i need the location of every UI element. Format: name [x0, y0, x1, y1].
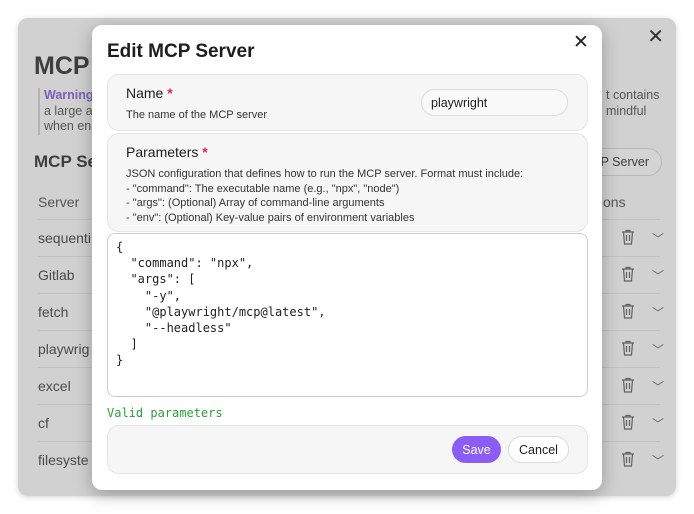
background-close-icon[interactable]: ✕: [647, 24, 664, 49]
parameters-field-label: Parameters *: [126, 144, 208, 160]
name-label-text: Name: [126, 85, 164, 101]
required-mark: *: [202, 144, 208, 160]
name-field-card: Name * The name of the MCP server: [107, 74, 588, 131]
validation-message: Valid parameters: [107, 406, 223, 420]
name-field-label: Name *: [126, 85, 173, 101]
parameters-description-line: - "args": (Optional) Array of command-li…: [126, 197, 385, 209]
edit-mcp-server-dialog: Edit MCP Server ✕ Name * The name of the…: [92, 25, 602, 490]
name-input[interactable]: [421, 89, 568, 116]
parameters-json-editor[interactable]: { "command": "npx", "args": [ "-y", "@pl…: [107, 233, 588, 397]
parameters-description-line: JSON configuration that defines how to r…: [126, 168, 524, 180]
parameters-label-text: Parameters: [126, 144, 199, 160]
close-icon[interactable]: ✕: [570, 33, 592, 55]
dialog-footer: Save Cancel: [107, 425, 588, 474]
parameters-field-card: Parameters * JSON configuration that def…: [107, 133, 588, 232]
cancel-button[interactable]: Cancel: [508, 436, 569, 463]
dialog-title: Edit MCP Server: [107, 41, 255, 62]
parameters-description-line: - "env": (Optional) Key-value pairs of e…: [126, 211, 415, 224]
parameters-description-line: - "command": The executable name (e.g., …: [126, 182, 400, 195]
parameters-description: JSON configuration that defines how to r…: [126, 167, 523, 225]
required-mark: *: [167, 85, 173, 101]
name-field-description: The name of the MCP server: [126, 109, 268, 121]
save-button[interactable]: Save: [452, 436, 501, 463]
